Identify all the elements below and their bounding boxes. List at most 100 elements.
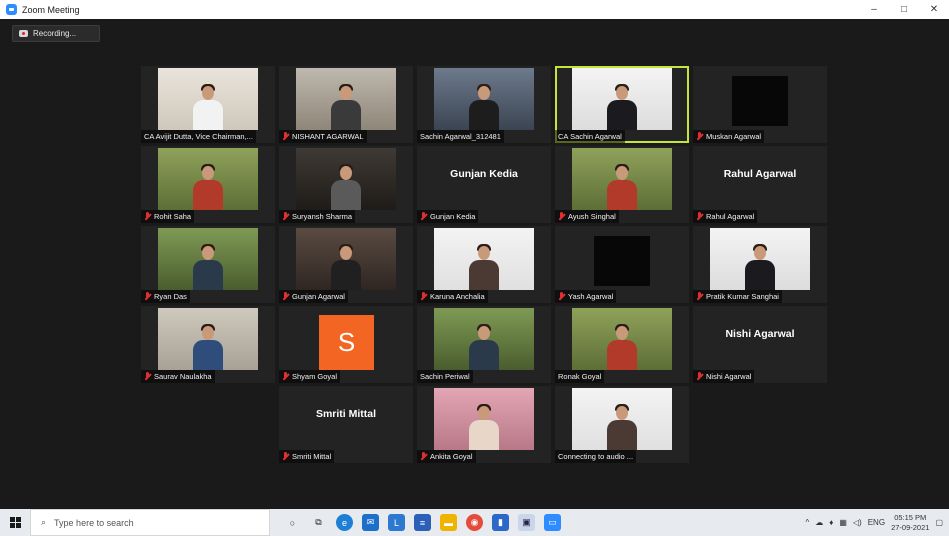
participant-display-name: Rahul Agarwal <box>723 168 797 180</box>
participant-video-off <box>594 236 650 286</box>
participant-tile[interactable]: Yash Agarwal <box>555 226 689 303</box>
participant-tile[interactable]: Muskan Agarwal <box>693 66 827 143</box>
mic-muted-icon <box>144 212 151 221</box>
participant-name-label: Ronak Goyal <box>555 370 605 383</box>
participant-name: Sachin Periwal <box>420 372 470 381</box>
mic-muted-icon <box>696 132 703 141</box>
participant-video <box>158 308 258 370</box>
task-view-icon[interactable]: ⧉ <box>310 514 327 531</box>
chevron-up-icon[interactable]: ^ <box>805 518 809 527</box>
participant-tile[interactable]: Karuna Anchalia <box>417 226 551 303</box>
participant-tile[interactable]: Gunjan Agarwal <box>279 226 413 303</box>
meeting-stage: Recording... CA Avijit Dutta, Vice Chair… <box>0 19 949 509</box>
cortana-icon[interactable]: ○ <box>284 514 301 531</box>
participant-name: NISHANT AGARWAL <box>292 132 364 141</box>
zoom-taskbar-icon[interactable]: ▭ <box>544 514 561 531</box>
participant-tile[interactable]: Rahul Agarwal Rahul Agarwal <box>693 146 827 223</box>
participant-name-label: Muskan Agarwal <box>693 130 765 143</box>
participant-tile[interactable]: Pratik Kumar Sanghai <box>693 226 827 303</box>
participant-figure <box>328 164 364 210</box>
file-explorer-icon[interactable]: ▬ <box>440 514 457 531</box>
participant-name-label: Suryansh Sharma <box>279 210 356 223</box>
participant-tile[interactable]: Rohit Saha <box>141 146 275 223</box>
network-icon[interactable]: ▦ <box>839 518 847 527</box>
participant-name: Saurav Naulakha <box>154 372 212 381</box>
participant-tile[interactable]: CA Sachin Agarwal <box>555 66 689 143</box>
participant-video <box>434 228 534 290</box>
taskbar-search[interactable]: ⌕ Type here to search <box>30 509 270 536</box>
participant-tile[interactable]: Sachin Agarwal_312481 <box>417 66 551 143</box>
edge-icon[interactable]: e <box>336 514 353 531</box>
chrome-icon[interactable]: ◉ <box>466 514 483 531</box>
mic-muted-icon <box>282 372 289 381</box>
participant-tile[interactable]: Sachin Periwal <box>417 306 551 383</box>
participant-name-label: Gunjan Agarwal <box>279 290 348 303</box>
recording-icon <box>19 30 28 37</box>
participant-name: Pratik Kumar Sanghai <box>706 292 779 301</box>
participant-figure <box>466 404 502 450</box>
mail-icon[interactable]: ✉ <box>362 514 379 531</box>
app-icon[interactable]: ▮ <box>492 514 509 531</box>
mic-muted-icon <box>696 212 703 221</box>
title-bar: Zoom Meeting – □ ✕ <box>0 0 949 19</box>
store-icon[interactable]: L <box>388 514 405 531</box>
maximize-button[interactable]: □ <box>889 0 919 19</box>
participant-figure <box>742 244 778 290</box>
mic-muted-icon <box>420 452 427 461</box>
participant-tile[interactable]: Suryansh Sharma <box>279 146 413 223</box>
participant-tile[interactable]: CA Avijit Dutta, Vice Chairman,... <box>141 66 275 143</box>
participant-tile[interactable]: S Shyam Goyal <box>279 306 413 383</box>
language-indicator[interactable]: ENG <box>868 518 885 527</box>
participant-tile[interactable]: Ayush Singhal <box>555 146 689 223</box>
participant-tile[interactable]: Nishi Agarwal Nishi Agarwal <box>693 306 827 383</box>
participant-name: Suryansh Sharma <box>292 212 353 221</box>
mic-muted-icon <box>282 292 289 301</box>
participant-name: CA Sachin Agarwal <box>558 132 622 141</box>
windows-taskbar: ⌕ Type here to search ○ ⧉ e ✉ L ≡ ▬ ◉ ▮ … <box>0 509 949 536</box>
participant-name-label: CA Sachin Agarwal <box>555 130 625 143</box>
participant-video-off <box>732 76 788 126</box>
participant-name: Muskan Agarwal <box>706 132 762 141</box>
start-button[interactable] <box>0 509 30 536</box>
mic-muted-icon <box>282 132 289 141</box>
notifications-icon[interactable]: ▢ <box>935 518 943 527</box>
participant-name-label: Connecting to audio ... <box>555 450 637 463</box>
participant-name-label: NISHANT AGARWAL <box>279 130 367 143</box>
participant-name-label: Yash Agarwal <box>555 290 617 303</box>
participant-tile[interactable]: NISHANT AGARWAL <box>279 66 413 143</box>
mic-muted-icon <box>696 292 703 301</box>
participant-video <box>572 388 672 450</box>
participant-tile[interactable]: Gunjan Kedia Gunjan Kedia <box>417 146 551 223</box>
participant-video <box>434 308 534 370</box>
participant-name: Connecting to audio ... <box>558 452 634 461</box>
photos-icon[interactable]: ▣ <box>518 514 535 531</box>
participant-name-label: Smriti Mittal <box>279 450 335 463</box>
participant-tile[interactable]: Ryan Das <box>141 226 275 303</box>
participant-figure <box>604 84 640 130</box>
participant-name: Sachin Agarwal_312481 <box>420 132 501 141</box>
mic-muted-icon <box>144 292 151 301</box>
participant-tile[interactable]: Ankita Goyal <box>417 386 551 463</box>
mic-muted-icon <box>420 292 427 301</box>
clock-date: 27-09-2021 <box>891 522 930 532</box>
participant-tile[interactable]: Saurav Naulakha <box>141 306 275 383</box>
close-button[interactable]: ✕ <box>919 0 949 19</box>
participant-tile[interactable]: Smriti Mittal Smriti Mittal <box>279 386 413 463</box>
participant-tile[interactable]: Connecting to audio ... <box>555 386 689 463</box>
document-icon[interactable]: ≡ <box>414 514 431 531</box>
participant-tile[interactable]: Ronak Goyal <box>555 306 689 383</box>
mic-muted-icon <box>420 212 427 221</box>
onedrive-icon[interactable]: ☁ <box>815 518 823 527</box>
mic-icon[interactable]: ♦ <box>829 518 833 527</box>
minimize-button[interactable]: – <box>859 0 889 19</box>
clock[interactable]: 05:15 PM 27-09-2021 <box>891 513 929 533</box>
participant-figure <box>466 84 502 130</box>
search-placeholder: Type here to search <box>54 517 134 528</box>
participant-display-name: Smriti Mittal <box>315 408 377 420</box>
window-title: Zoom Meeting <box>22 4 80 15</box>
volume-icon[interactable]: ◁) <box>853 518 862 527</box>
participant-figure <box>190 84 226 130</box>
recording-indicator[interactable]: Recording... <box>12 25 100 42</box>
participant-name-label: Ankita Goyal <box>417 450 476 463</box>
participant-figure <box>604 324 640 370</box>
